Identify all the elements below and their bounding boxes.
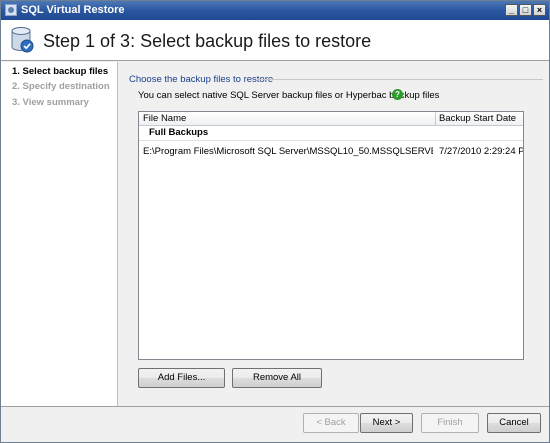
add-files-button[interactable]: Add Files...: [138, 368, 225, 388]
window-title: SQL Virtual Restore: [21, 4, 125, 16]
group-divider: [257, 79, 543, 80]
title-bar[interactable]: SQL Virtual Restore _ □ ×: [1, 1, 549, 20]
column-header-backup-start-date[interactable]: Backup Start Date: [439, 113, 516, 124]
wizard-steps-sidebar: 1. Select backup files 2. Specify destin…: [1, 62, 118, 406]
cancel-button[interactable]: Cancel: [487, 413, 541, 433]
table-row[interactable]: E:\Program Files\Microsoft SQL Server\MS…: [139, 146, 523, 160]
finish-button[interactable]: Finish: [421, 413, 479, 433]
database-restore-icon: [11, 27, 34, 53]
main-content: Choose the backup files to restore You c…: [119, 62, 549, 406]
close-button[interactable]: ×: [533, 4, 546, 16]
help-icon[interactable]: ?: [392, 89, 403, 100]
file-name-cell: E:\Program Files\Microsoft SQL Server\MS…: [143, 146, 433, 157]
group-title: Choose the backup files to restore: [129, 74, 274, 85]
group-header-full-backups[interactable]: Full Backups: [149, 127, 208, 138]
wizard-header: Step 1 of 3: Select backup files to rest…: [1, 20, 549, 61]
step-view-summary: 3. View summary: [12, 97, 89, 108]
next-button[interactable]: Next >: [360, 413, 413, 433]
restore-wizard-window: SQL Virtual Restore _ □ × Step 1 of 3: S…: [0, 0, 550, 443]
backup-files-grid[interactable]: File Name Backup Start Date Full Backups…: [138, 111, 524, 360]
remove-all-button[interactable]: Remove All: [232, 368, 322, 388]
page-title: Step 1 of 3: Select backup files to rest…: [43, 31, 372, 51]
minimize-button[interactable]: _: [505, 4, 518, 16]
app-icon: [5, 4, 17, 16]
back-button[interactable]: < Back: [303, 413, 359, 433]
step-select-backup-files: 1. Select backup files: [12, 66, 109, 77]
group-divider: [139, 140, 523, 141]
backup-start-date-cell: 7/27/2010 2:29:24 PM: [439, 146, 523, 157]
column-separator[interactable]: [435, 112, 436, 126]
column-header-file-name[interactable]: File Name: [143, 113, 186, 124]
wizard-footer: < Back Next > Finish Cancel: [1, 406, 549, 442]
maximize-button[interactable]: □: [519, 4, 532, 16]
grid-header: File Name Backup Start Date: [139, 112, 523, 126]
step-specify-destination: 2. Specify destination: [12, 81, 110, 92]
